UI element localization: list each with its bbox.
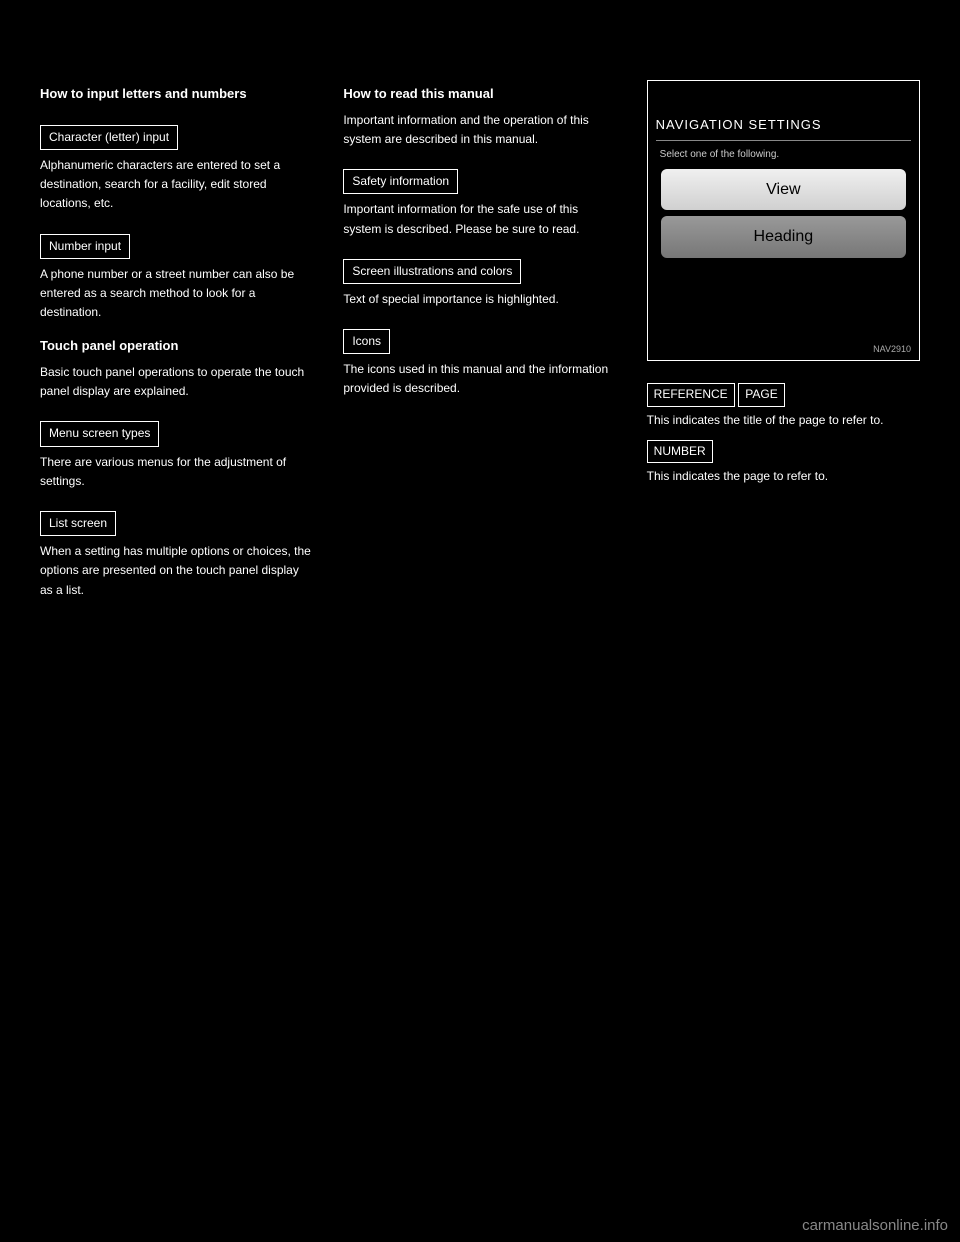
label-menu-types: Menu screen types xyxy=(40,421,159,446)
text-icons: The icons used in this manual and the in… xyxy=(343,360,616,398)
heading-button[interactable]: Heading xyxy=(661,216,906,258)
reference-text-1: This indicates the title of the page to … xyxy=(647,411,920,430)
navigation-settings-screen: NAVIGATION SETTINGS Select one of the fo… xyxy=(647,80,920,361)
watermark: carmanualsonline.info xyxy=(802,1217,948,1234)
number-label: NUMBER xyxy=(647,440,713,463)
view-button[interactable]: View xyxy=(661,169,906,211)
text-list-screen: When a setting has multiple options or c… xyxy=(40,542,313,600)
reference-text-2: This indicates the page to refer to. xyxy=(647,467,920,486)
text-safety-info: Important information for the safe use o… xyxy=(343,200,616,238)
text-read-manual-intro: Important information and the operation … xyxy=(343,111,616,149)
screen-prompt: Select one of the following. xyxy=(656,147,911,163)
label-icons: Icons xyxy=(343,329,390,354)
screen-title: NAVIGATION SETTINGS xyxy=(656,115,911,141)
column-2: How to read this manual Important inform… xyxy=(343,80,616,614)
label-list-screen: List screen xyxy=(40,511,116,536)
text-number-input: A phone number or a street number can al… xyxy=(40,265,313,323)
text-character-input: Alphanumeric characters are entered to s… xyxy=(40,156,313,214)
column-3: NAVIGATION SETTINGS Select one of the fo… xyxy=(647,80,920,614)
manual-figure-label: NAV2910 xyxy=(648,342,919,360)
label-number-input: Number input xyxy=(40,234,130,259)
page-label: PAGE xyxy=(738,383,784,406)
label-character-input: Character (letter) input xyxy=(40,125,178,150)
columns-layout: How to input letters and numbers Charact… xyxy=(40,80,920,614)
column-1: How to input letters and numbers Charact… xyxy=(40,80,313,614)
topic-read-manual: How to read this manual xyxy=(343,84,616,105)
topic-input-letters: How to input letters and numbers xyxy=(40,84,313,105)
text-menu-types: There are various menus for the adjustme… xyxy=(40,453,313,491)
text-touch-panel: Basic touch panel operations to operate … xyxy=(40,363,313,401)
topic-touch-panel: Touch panel operation xyxy=(40,336,313,357)
page-container: How to input letters and numbers Charact… xyxy=(0,0,960,1242)
reference-label: REFERENCE xyxy=(647,383,735,406)
text-screen-colors: Text of special importance is highlighte… xyxy=(343,290,616,309)
label-safety-info: Safety information xyxy=(343,169,458,194)
label-screen-colors: Screen illustrations and colors xyxy=(343,259,521,284)
